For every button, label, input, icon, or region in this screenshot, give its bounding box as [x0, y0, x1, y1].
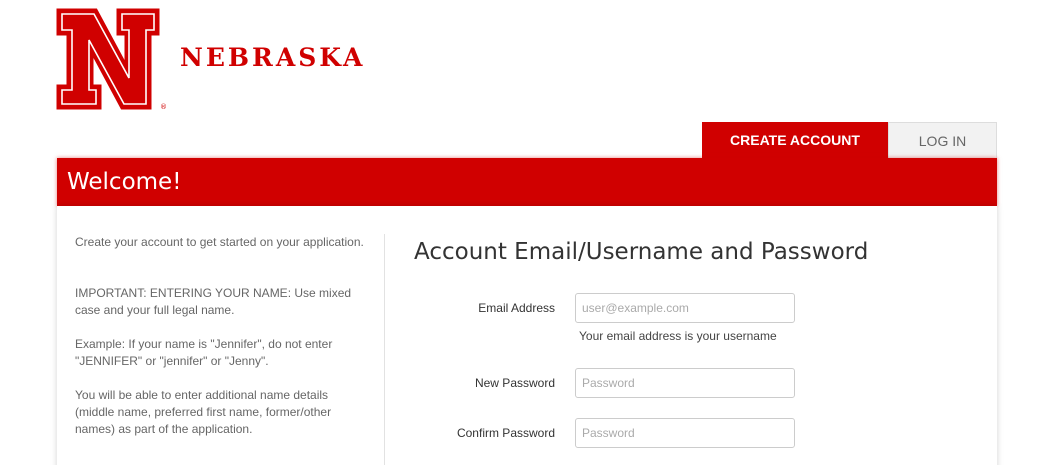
welcome-title: Welcome!: [67, 169, 182, 195]
confirm-password-field[interactable]: [575, 418, 795, 448]
instructions-sidebar: Create your account to get started on yo…: [75, 234, 365, 438]
tab-log-in[interactable]: LOG IN: [888, 122, 997, 158]
email-help-text: Your email address is your username: [579, 329, 777, 343]
form-section-title: Account Email/Username and Password: [414, 239, 869, 265]
instruction-name-example: Example: If your name is "Jennifer", do …: [75, 337, 333, 368]
welcome-banner: Welcome!: [57, 158, 997, 206]
tab-create-account[interactable]: CREATE ACCOUNT: [702, 122, 888, 158]
instruction-additional-names: You will be able to enter additional nam…: [75, 388, 332, 436]
instruction-intro: Create your account to get started on yo…: [75, 235, 364, 249]
column-divider: [384, 234, 385, 465]
svg-text:®: ®: [160, 103, 167, 111]
email-label: Email Address: [478, 301, 555, 315]
instruction-name-important: IMPORTANT: ENTERING YOUR NAME: Use mixed…: [75, 286, 352, 317]
account-form-card: Create your account to get started on yo…: [57, 206, 997, 465]
new-password-label: New Password: [474, 376, 555, 390]
nebraska-n-logo: ®: [56, 8, 167, 111]
email-field[interactable]: [575, 293, 795, 323]
brand-name: NEBRASKA: [180, 43, 366, 72]
confirm-password-label: Confirm Password: [456, 426, 555, 440]
create-account-page: ® NEBRASKA CREATE ACCOUNT LOG IN Welcome…: [0, 0, 1057, 465]
new-password-field[interactable]: [575, 368, 795, 398]
